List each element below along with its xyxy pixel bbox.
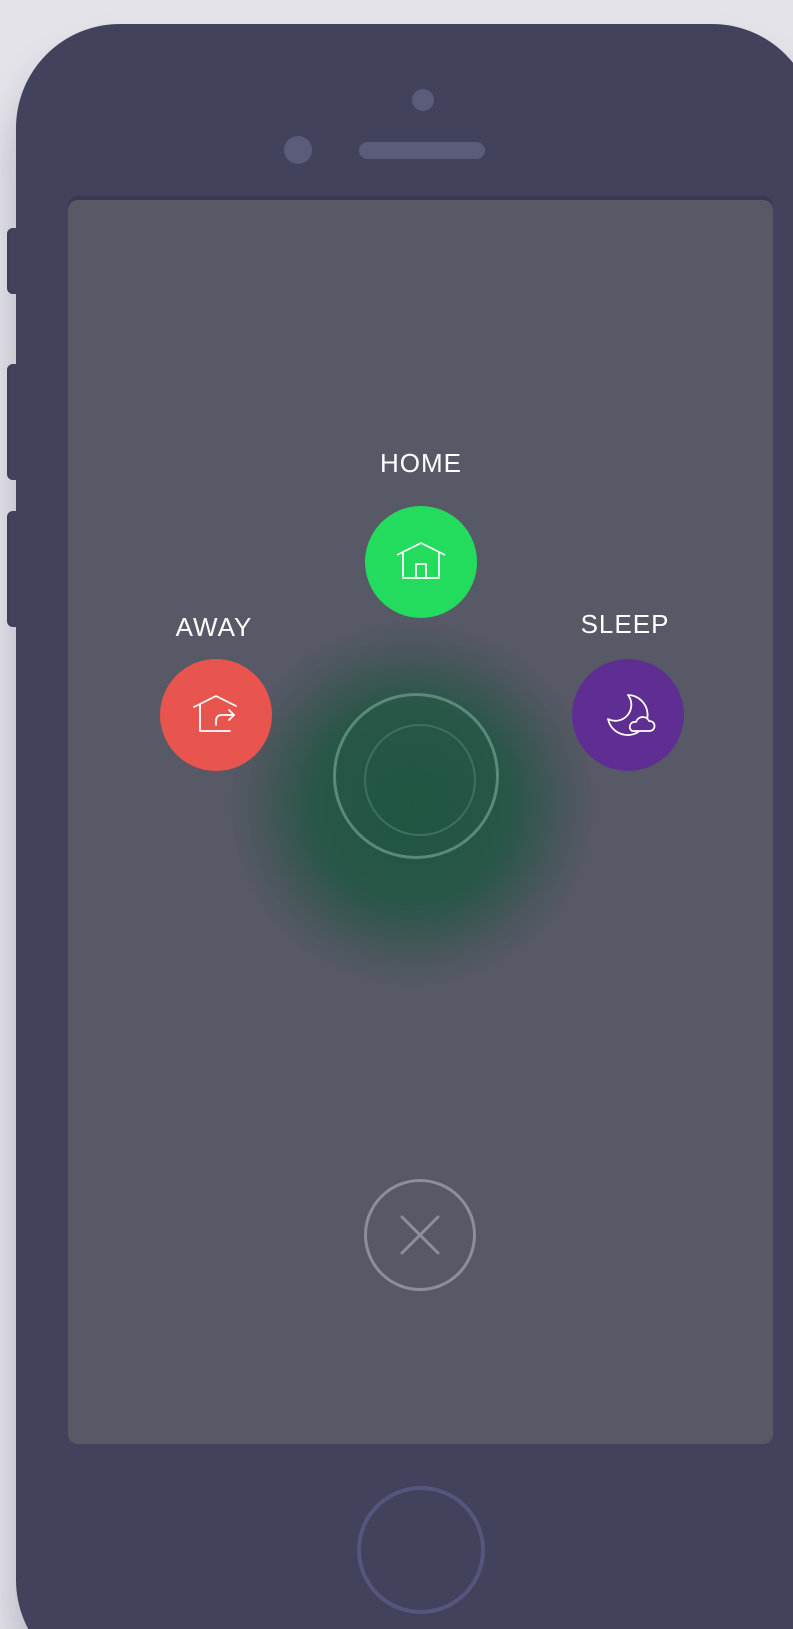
close-icon — [400, 1215, 440, 1255]
earpiece-speaker — [359, 142, 485, 159]
away-mode-button[interactable] — [160, 659, 272, 771]
volume-up-button — [7, 364, 21, 480]
volume-down-button — [7, 511, 21, 627]
house-icon — [396, 542, 446, 579]
phone-home-button[interactable] — [357, 1486, 485, 1614]
home-mode-label: HOME — [380, 448, 462, 478]
moon-cloud-icon — [607, 694, 656, 736]
sleep-mode-label: SLEEP — [580, 609, 670, 639]
phone-frame: HOME AWAY SLEEP — [16, 24, 793, 1629]
sleep-mode-button[interactable] — [572, 659, 684, 771]
away-mode-label: AWAY — [175, 612, 253, 642]
mute-switch — [7, 228, 21, 294]
page: HOME AWAY SLEEP — [0, 0, 793, 1629]
close-button[interactable] — [364, 1179, 476, 1291]
mode-selector-center[interactable] — [364, 724, 476, 836]
house-exit-icon — [193, 695, 237, 732]
app-screen: HOME AWAY SLEEP — [68, 200, 773, 1444]
sensor — [284, 136, 312, 164]
front-camera — [412, 89, 434, 111]
home-mode-button[interactable] — [365, 506, 477, 618]
